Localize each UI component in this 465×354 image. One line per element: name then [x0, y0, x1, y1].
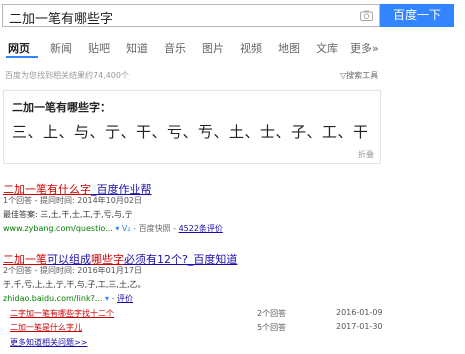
result-2-chars: 于,千,亏,上,土,亍,干,与,子,工,三,土,乙。 [3, 280, 146, 289]
card-chars: 三、上、与、亍、干、亏、亐、土、士、子、工、干 [12, 123, 369, 141]
result-1-url-row: www.zybang.com/questio... ▾ V₂ - 百度快照 - … [3, 224, 223, 233]
tab-video[interactable]: 视频 [240, 40, 262, 56]
search-input[interactable]: 二加一笔有哪些字 [9, 8, 113, 27]
sub-question-1-date: 2016-01-09 [336, 308, 383, 317]
result-1-snapshot[interactable]: 百度快照 [139, 224, 171, 233]
tab-more[interactable]: 更多» [350, 40, 379, 56]
search-tools-button[interactable]: ▽搜索工具 [340, 70, 378, 81]
tab-tieba[interactable]: 贴吧 [88, 40, 110, 56]
sub-question-1-answers: 2个回答 [257, 309, 287, 318]
collapse-button[interactable]: 折叠 [358, 149, 374, 160]
result-1-best-answer: 最佳答案: 三,土,干,士,工,于,亏,与,亍 [3, 210, 133, 219]
sub-question-2-answers: 5个回答 [257, 323, 287, 332]
tab-news[interactable]: 新闻 [50, 40, 72, 56]
sub-question-1[interactable]: 二字加一笔有哪些字找十二个 [10, 308, 114, 319]
tab-wenku[interactable]: 文库 [316, 40, 338, 56]
tab-map[interactable]: 地图 [278, 40, 300, 56]
result-2-rate[interactable]: 评价 [117, 294, 133, 303]
result-2-meta: 2个回答 - 提问时间: 2016年01月17日 [3, 266, 143, 275]
sub-question-2-date: 2017-01-30 [336, 322, 383, 331]
result-1-reviews[interactable]: 4522条评价 [179, 224, 223, 233]
tab-images[interactable]: 图片 [202, 40, 224, 56]
tab-music[interactable]: 音乐 [164, 40, 186, 56]
more-questions-link[interactable]: 更多知道相关问题>> [10, 337, 87, 348]
tab-web[interactable]: 网页 [8, 40, 30, 56]
result-2-url-row: zhidao.baidu.com/link?... ▾ - 评价 [3, 293, 133, 304]
result-2-url-dropdown[interactable]: ▾ - [105, 294, 114, 303]
result-count: 百度为您找到相关结果约74,400个 [5, 71, 129, 80]
active-tab-indicator [6, 56, 38, 58]
result-1-url-dropdown[interactable]: ▾ V₂ - [115, 224, 136, 233]
search-box[interactable]: 二加一笔有哪些字 [2, 4, 380, 27]
card-title: 二加一笔有哪些字： [12, 101, 111, 114]
search-tools-label: 搜索工具 [346, 71, 379, 80]
result-1-url[interactable]: www.zybang.com/questio... [3, 224, 113, 233]
sub-question-2[interactable]: 二加一笔是什么字儿 [10, 322, 82, 333]
camera-icon[interactable] [360, 10, 373, 21]
tab-zhidao[interactable]: 知道 [126, 40, 148, 56]
result-2-url[interactable]: zhidao.baidu.com/link?... [3, 294, 102, 303]
answer-card: 二加一笔有哪些字： 三、上、与、亍、干、亏、亐、土、士、子、工、干 折叠 [3, 90, 381, 164]
search-button[interactable]: 百度一下 [380, 4, 454, 27]
result-1-meta: 1个回答 - 提问时间: 2014年10月02日 [3, 196, 143, 205]
